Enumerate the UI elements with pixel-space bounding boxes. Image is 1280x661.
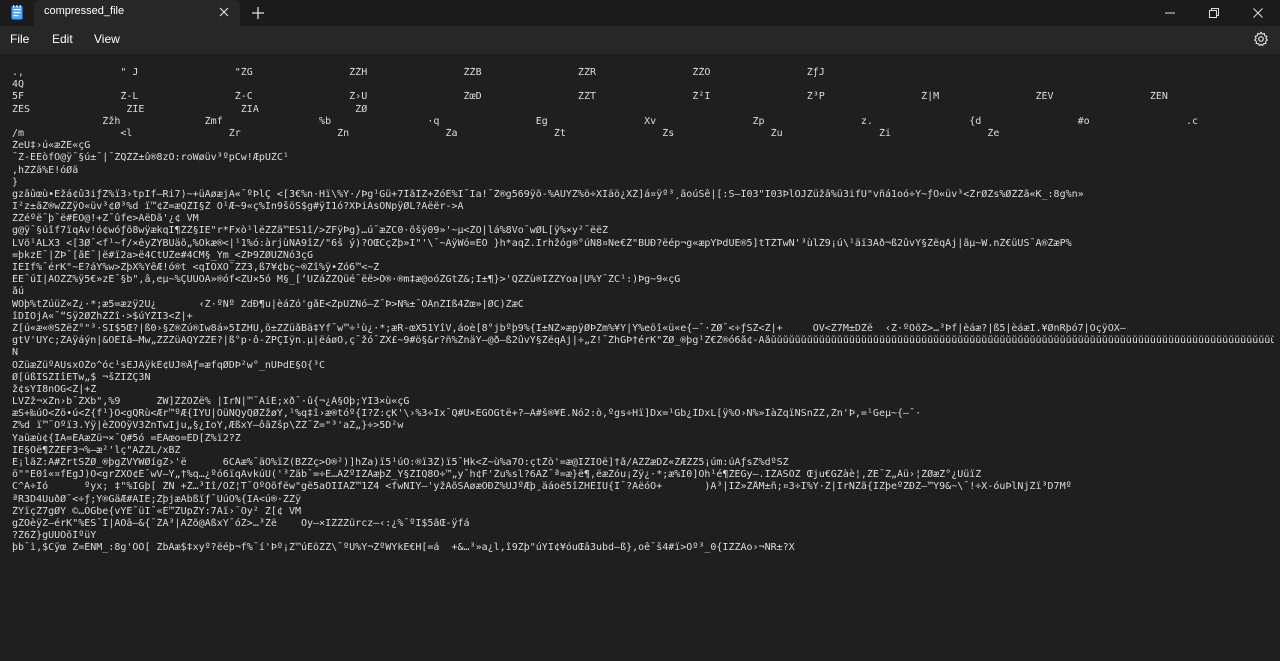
text-line: WOþ%tŽúüŽ«Ž¿·*;æ5=æzÿ2Ú¿ ‹Ž·ºÑº ŽdÐ¶u|èá…	[12, 298, 524, 310]
close-icon[interactable]	[218, 6, 230, 18]
text-line: ., " J "ŽG ŽŽH ŽŽB ŽŽR ŽŽO ŽƒJ	[12, 67, 825, 78]
text-line: ŽŽéºë¯þ¯ë#ÊÖ@!+Z¯ûfe>ÃëDã'¿¢ VM	[12, 213, 199, 225]
text-line: gtV'ÜŸc;ŽÃÿáýn|&ÖÊÏã–Mw„ŽŽŽüÃQŸŽŽE?|ß°p·…	[12, 335, 1274, 347]
text-line: ªR3D4ÜuðØ¯<÷ƒ;Ÿ®GäÆ#AÏÊ;ŽþjæÄbßïƒ¯ÜúÕ%{Ï…	[12, 493, 301, 505]
text-line: Ž%d ï™¯Oºï3.Ÿÿ|èŽÕÕÿV3ŽnTwÏju„§¿ÏoY,ÆßxY…	[12, 420, 404, 432]
maximize-button[interactable]	[1192, 0, 1236, 26]
text-line: Ñ	[12, 347, 19, 359]
text-line: ž¢sŸÏ8nÖG<Ž|+Ž	[12, 383, 97, 395]
minimize-icon	[1165, 12, 1175, 14]
text-line: Ž[ú«æ«®ŠŽëZ°"³·ŠÏ$5Œ?|ß0›§Z®Žú®Ïw8á»5ÍŽH…	[12, 322, 1126, 334]
text-line: ÖŽüæŽüºÄÜsxÕŽo^óc¹sEJÃÿkÉ¢ÜJ®Åƒ=æfqØDÞ²w…	[12, 359, 326, 371]
text-line: þb¯ì,$Cÿœ Ž=ÊÑM_:8g'ÕÕ[ ŽbÃæ$‡xyº?ëéþ¬f%…	[12, 542, 795, 554]
text-line: É¡lãŽ:Ä#ŽrtSŽØ_®þgŽVŸWØígŽ›'ë 6CÃæ%¯äÖ%ï…	[12, 457, 789, 468]
text-line: ¯Ž-ËEòfÕ@ÿ¯§ú±¯|¯ŽQŽŽ±û®8zO:roWøüv³ºpCw!…	[12, 152, 289, 164]
text-line: 5F Ž-L Ž-C Ž›U ŽœD ŽŽT Ž²I Ž³P Ž|M ŽÈV Ž…	[12, 91, 1168, 103]
text-line: ?Ž6Ž}gÜUÕõÍºüŸ	[12, 530, 97, 542]
text-line: ÏE§Õë¶ŽŽÊF3¬%–æ²'lç"ÃŽŽL/xBŽ	[12, 444, 181, 456]
menu-bar: File Edit View	[0, 26, 1280, 54]
text-line: ÈË¯úÍ|ÃÖŽŽ%ÿ5€»zË¯§b",â,eµ~%ÇÜUÖÃ»®óf<ŽÜ…	[12, 274, 681, 286]
text-editor[interactable]: ., " J "ŽG ŽŽH ŽŽB ŽŽR ŽŽO ŽƒJ 4Q 5F Ž-L Ž…	[0, 54, 1280, 661]
notepad-icon	[11, 5, 23, 20]
editor-content[interactable]: ., " J "ŽG ŽŽH ŽŽB ŽŽR ŽŽO ŽƒJ 4Q 5F Ž-L Ž…	[12, 67, 1274, 657]
text-line: ŽeÜ‡›ú«æŽÉ«çG	[12, 140, 91, 152]
gear-icon[interactable]	[1253, 31, 1269, 47]
text-line: C^Ã÷Îó ºyx; ‡"%ÏGþ[ ŽÑ +Ž…³Ïî/ÕŽ¦T¯OºÕõf…	[12, 481, 1072, 493]
restore-icon	[1209, 8, 1219, 18]
title-bar: compressed_file	[0, 0, 1280, 26]
text-line: æŠ+‰úÖ<Žö•ú<Ž{f¹}O<gQRù<Ær™ºÆ{ÍYU|ÕüÑQyQ…	[12, 408, 922, 420]
text-line: ,hŽŽã%Ë!óØä	[12, 164, 79, 176]
text-line: Žžh Žmf %b ·q Eg Xv Zp z. {d #o .c	[12, 115, 1199, 127]
text-line: ö""Ê0î«¤fEgJ)Ò<grŽXÕ¢É¯wV–Ÿ„†%q…¿ºó6ïqÃv…	[12, 469, 982, 481]
menu-view[interactable]: View	[94, 32, 120, 46]
tab-compressed-file[interactable]: compressed_file	[34, 0, 240, 26]
text-line: îDÏÖjÃ«¯“Šÿ2ØŽhŽŽî·>$úŸŽÏ3<Ž|+	[12, 310, 193, 322]
text-line: =þkzË¯|ŽÞ¯[åÈ¯|ë#ï2a>ë4CtÛŽe#4CM§_Ym_<ŽÞ…	[12, 249, 314, 261]
text-line: Ï²z±ãŽ®wŽŽÿO«üv³¢Ø³%d ï™¢Ž=æQŽÏ§Ž Ô¹Æ~9«…	[12, 201, 464, 213]
plus-icon[interactable]	[251, 6, 265, 20]
text-line: ŽÉS ŽÍE ŽÏA ŽØ	[12, 103, 368, 115]
text-line: Ÿaüæù¢{ÏÃ=ÊÃæŽü¬×¯Q#5ó =ÊÃœo=ÊD[Ž%ï2?Ž	[12, 432, 241, 444]
close-window-icon	[1253, 8, 1263, 18]
text-line: åú	[12, 286, 25, 298]
text-line: ŽYïçŽ7gØY ©…ÕGbe{vŸÉ¯üÏ¯«É™ŽÜpŽŸ:7Ãï›¯Oy…	[12, 505, 301, 517]
close-window-button[interactable]	[1236, 0, 1280, 26]
text-line: LVõ¹ÁLX3 <[3Ø¯<f¹~f/×êyŽYBÙäõ„%Ökæ®<|¹1%…	[12, 237, 1072, 249]
text-line: /m <l Žr Žn Ža Žt Žs Žu Ži Že	[12, 127, 1000, 139]
text-line: gzâûœù•Ëžá¢û3iƒŽ%ï3›tpÏf–Ri7)~+üÄøæjÄ«¯º…	[12, 188, 1084, 200]
menu-file[interactable]: File	[10, 32, 29, 46]
text-line: gŽÓèÿŽ–érK"%ÉŠ¯Î|ÃÖã–&{¯ŽÃ³|ÃŽõ@ÃßxY¯óŽ>…	[12, 517, 470, 529]
text-line: }	[12, 176, 19, 188]
text-line: ÏEÏf%¯érK"~Ê?áŸ%w>ŽþX%ŸêÆ!ó®t <qÎÕXÔ¯ŽŽ3…	[12, 262, 380, 273]
text-line: 4Q	[12, 79, 25, 91]
text-line: LVŽž¬xŽn›b¯ŽXb",%9 ŽW]ŽŽÕŽë% |ÎrÑ|™¯ÁíÉ;…	[12, 396, 410, 408]
minimize-button[interactable]	[1148, 0, 1192, 26]
menu-edit[interactable]: Edit	[52, 32, 73, 46]
tab-title: compressed_file	[44, 5, 125, 17]
text-line: Ø[üßÏŠŽÏîETw„$ ¬šŽÏŽÇ3N	[12, 371, 151, 383]
text-line: g@ÿ¯§úîf7ïqÃv!ó¢wóƒõ8wÿækqÏ¶ŽŽ§ÏË"r*Fxò¹…	[12, 225, 609, 237]
